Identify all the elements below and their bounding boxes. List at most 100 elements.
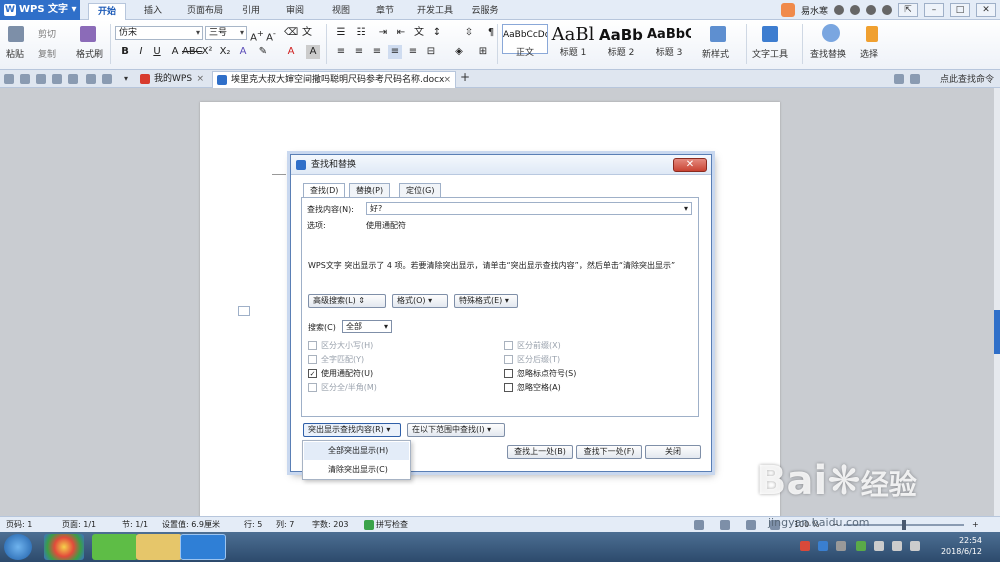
close-icon[interactable]: × bbox=[196, 71, 204, 87]
align-left-icon[interactable]: ≡ bbox=[334, 45, 348, 59]
note-icon[interactable] bbox=[894, 74, 904, 84]
text-effect-icon[interactable]: A bbox=[168, 45, 182, 59]
tab-review[interactable]: 审阅 bbox=[280, 3, 310, 20]
chrome-icon[interactable] bbox=[44, 534, 84, 560]
select-button[interactable]: 选择 bbox=[860, 47, 878, 60]
start-button[interactable] bbox=[4, 534, 32, 560]
ignore-space-checkbox[interactable]: 忽略空格(A) bbox=[504, 382, 561, 393]
find-previous-button[interactable]: 查找上一处(B) bbox=[507, 445, 573, 459]
style-heading-1[interactable]: AaBl 标题 1 bbox=[550, 24, 596, 58]
tab-find[interactable]: 查找(D) bbox=[303, 183, 346, 198]
skin-icon[interactable] bbox=[850, 5, 860, 15]
text-tools-icon[interactable] bbox=[762, 26, 778, 42]
new-style-icon[interactable] bbox=[710, 26, 726, 42]
char-shading-icon[interactable]: A bbox=[306, 45, 320, 59]
volume-icon[interactable] bbox=[910, 541, 920, 551]
highlight-icon[interactable]: A bbox=[236, 45, 250, 59]
preview-icon[interactable] bbox=[68, 74, 78, 84]
highlight-all-item[interactable]: 全部突出显示(H) bbox=[304, 442, 409, 460]
font-size-combo[interactable]: 三号 bbox=[205, 26, 247, 40]
width-checkbox[interactable]: 区分全/半角(M) bbox=[308, 382, 377, 393]
paste-button[interactable]: 粘贴 bbox=[6, 47, 24, 60]
format-painter-button[interactable]: 格式刷 bbox=[76, 47, 103, 60]
whole-word-checkbox[interactable]: 全字匹配(Y) bbox=[308, 354, 364, 365]
cmd-search[interactable]: 点此查找命令 bbox=[940, 72, 994, 85]
wps-taskbar-icon[interactable] bbox=[180, 534, 226, 560]
suffix-checkbox[interactable]: 区分后缀(T) bbox=[504, 354, 560, 365]
open-icon[interactable] bbox=[4, 74, 14, 84]
strikethrough-icon[interactable]: ABC bbox=[182, 45, 203, 59]
superscript-icon[interactable]: X² bbox=[200, 45, 214, 59]
shrink-font-icon[interactable]: A- bbox=[264, 26, 278, 43]
focus-mode-icon[interactable] bbox=[694, 520, 704, 530]
clear-highlight-item[interactable]: 清除突出显示(C) bbox=[304, 461, 409, 479]
tab-insert[interactable]: 插入 bbox=[136, 3, 170, 20]
search-direction-select[interactable]: 全部 bbox=[342, 320, 392, 333]
share-icon[interactable] bbox=[882, 5, 892, 15]
italic-icon[interactable]: I bbox=[134, 45, 148, 59]
save-icon[interactable] bbox=[20, 74, 30, 84]
text-tools-button[interactable]: 文字工具 bbox=[752, 47, 788, 60]
tab-my-wps[interactable]: 我的WPS × bbox=[136, 71, 208, 88]
network-icon[interactable] bbox=[892, 541, 902, 551]
tab-document[interactable]: 埃里克大叔大婶空间撒吗聪明尺码参考尺码名称.docx × bbox=[212, 71, 456, 88]
print-icon[interactable] bbox=[52, 74, 62, 84]
chinese-layout-icon[interactable]: 文 bbox=[412, 26, 426, 40]
minimize-icon[interactable]: – bbox=[924, 3, 944, 17]
wechat-icon[interactable] bbox=[92, 534, 138, 560]
font-color-icon[interactable]: A bbox=[284, 45, 298, 59]
subscript-icon[interactable]: X₂ bbox=[218, 45, 232, 59]
maximize-icon[interactable]: □ bbox=[950, 3, 970, 17]
line-spacing-icon[interactable]: ⇳ bbox=[462, 26, 476, 40]
bold-icon[interactable]: B bbox=[118, 45, 132, 59]
flag-icon[interactable] bbox=[874, 541, 884, 551]
outline-view-icon[interactable] bbox=[746, 520, 756, 530]
tray-expand-icon[interactable] bbox=[836, 541, 846, 551]
tab-stops-icon[interactable]: ⊟ bbox=[424, 45, 438, 59]
sort-icon[interactable]: ↕ bbox=[430, 26, 444, 40]
tab-home[interactable]: 开始 bbox=[88, 3, 126, 20]
indent-icon[interactable]: ⇥ bbox=[376, 26, 390, 40]
shading-icon[interactable]: ◈ bbox=[452, 45, 466, 59]
close-icon[interactable]: ✕ bbox=[976, 3, 996, 17]
find-replace-icon[interactable] bbox=[822, 24, 840, 42]
tab-view[interactable]: 视图 bbox=[326, 3, 356, 20]
bullets-icon[interactable]: ☰ bbox=[334, 26, 348, 40]
new-style-button[interactable]: 新样式 bbox=[702, 47, 729, 60]
clear-format-icon[interactable]: ⌫ bbox=[284, 26, 298, 40]
tab-references[interactable]: 引用 bbox=[236, 3, 266, 20]
page-view-icon[interactable] bbox=[720, 520, 730, 530]
style-normal[interactable]: AaBbCcDd 正文 bbox=[502, 24, 548, 58]
redo-icon[interactable] bbox=[102, 74, 112, 84]
dialog-close-button[interactable]: ✕ bbox=[673, 158, 707, 172]
dialog-title-bar[interactable]: 查找和替换 ✕ bbox=[291, 155, 711, 175]
folder-icon[interactable] bbox=[136, 534, 182, 560]
clock[interactable]: 22:54 2018/6/12 bbox=[941, 535, 982, 557]
style-heading-3[interactable]: AaBbC 标题 3 bbox=[646, 24, 692, 58]
security-icon[interactable] bbox=[818, 541, 828, 551]
wildcard-checkbox[interactable]: ✓ 使用通配符(U) bbox=[308, 368, 373, 379]
spell-check-icon[interactable] bbox=[364, 520, 374, 530]
marker-icon[interactable]: ✎ bbox=[256, 45, 270, 59]
special-format-button[interactable]: 特殊格式(E) ▾ bbox=[454, 294, 518, 308]
close-button[interactable]: 关闭 bbox=[645, 445, 701, 459]
grow-font-icon[interactable]: A+ bbox=[250, 26, 264, 43]
highlight-find-button[interactable]: 突出显示查找内容(R) ▾ bbox=[303, 423, 401, 437]
format-button[interactable]: 格式(O) ▾ bbox=[392, 294, 448, 308]
align-center-icon[interactable]: ≡ bbox=[352, 45, 366, 59]
export-pdf-icon[interactable] bbox=[36, 74, 46, 84]
paste-options-icon[interactable] bbox=[238, 306, 250, 316]
border-icon[interactable]: ⊞ bbox=[476, 45, 490, 59]
cut-button[interactable]: 剪切 bbox=[38, 27, 56, 40]
tab-developer[interactable]: 开发工具 bbox=[412, 3, 458, 20]
spell-check-button[interactable]: 拼写检查 bbox=[376, 517, 408, 532]
scroll-thumb[interactable] bbox=[994, 310, 1000, 354]
advanced-search-button[interactable]: 高级搜索(L) ⇕ bbox=[308, 294, 386, 308]
avatar[interactable] bbox=[780, 3, 795, 17]
tab-goto[interactable]: 定位(G) bbox=[399, 183, 442, 197]
tab-chapter[interactable]: 章节 bbox=[370, 3, 400, 20]
style-heading-2[interactable]: AaBb( 标题 2 bbox=[598, 24, 644, 58]
undo-icon[interactable] bbox=[86, 74, 96, 84]
tab-replace[interactable]: 替换(P) bbox=[349, 183, 391, 197]
find-input[interactable]: 好? bbox=[366, 202, 692, 215]
